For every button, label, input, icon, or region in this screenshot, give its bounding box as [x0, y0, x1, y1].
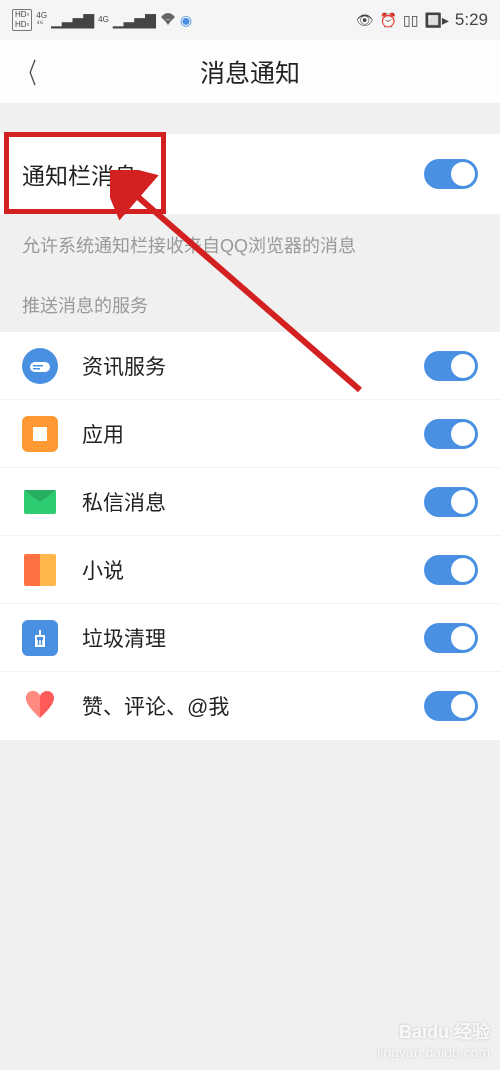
news-icon	[22, 348, 58, 384]
novel-icon	[22, 552, 58, 588]
description-text: 允许系统通知栏接收来自QQ浏览器的消息	[0, 214, 500, 276]
toggle-clean[interactable]	[424, 623, 478, 653]
item-label: 私信消息	[82, 487, 424, 517]
toggle-like[interactable]	[424, 691, 478, 721]
status-right: 👁 ⏰ ▯▯ 🔲▸ 5:29	[356, 10, 488, 30]
toggle-message[interactable]	[424, 487, 478, 517]
page-title: 消息通知	[200, 54, 300, 90]
status-bar: HD▫HD▫ 4G⁴⁶ ▁▃▅▇ 4G ▁▃▅▇ ◉ 👁 ⏰ ▯▯ 🔲▸ 5:2…	[0, 0, 500, 40]
eye-icon: 👁	[356, 12, 374, 29]
notification-bar-toggle[interactable]	[424, 159, 478, 189]
signal-bars2-icon: ▁▃▅▇	[113, 12, 156, 29]
list-item-clean[interactable]: 垃圾清理	[0, 604, 500, 672]
notification-bar-label: 通知栏消息	[22, 157, 137, 191]
watermark: Baidu 经验 jingyan.baidu.com	[377, 1018, 490, 1060]
item-label: 赞、评论、@我	[82, 691, 424, 721]
wifi-icon	[160, 12, 176, 28]
vibrate-icon: ▯▯	[403, 12, 418, 29]
signal-4g-icon: 4G⁴⁶	[36, 12, 47, 28]
watermark-sub: jingyan.baidu.com	[377, 1044, 490, 1060]
toggle-novel[interactable]	[424, 555, 478, 585]
back-button[interactable]: 〈	[20, 52, 37, 92]
clean-icon	[22, 620, 58, 656]
list-item-news[interactable]: 资讯服务	[0, 332, 500, 400]
list-item-novel[interactable]: 小说	[0, 536, 500, 604]
list-item-like[interactable]: 赞、评论、@我	[0, 672, 500, 740]
message-icon	[22, 484, 58, 520]
globe-icon: ◉	[180, 12, 192, 29]
services-list: 资讯服务 应用 私信消息 小说 垃圾清理 赞、评论、@我	[0, 332, 500, 740]
status-time: 5:29	[455, 10, 488, 30]
like-icon	[22, 688, 58, 724]
list-item-message[interactable]: 私信消息	[0, 468, 500, 536]
item-label: 应用	[82, 419, 424, 449]
alarm-icon: ⏰	[380, 12, 397, 29]
signal-bars-icon: ▁▃▅▇	[51, 12, 94, 29]
watermark-brand: Baidu 经验	[399, 1018, 490, 1044]
notification-bar-toggle-row[interactable]: 通知栏消息	[0, 134, 500, 214]
battery-icon: 🔲▸	[424, 12, 448, 29]
hd-badge-icon: HD▫HD▫	[12, 9, 32, 31]
status-left: HD▫HD▫ 4G⁴⁶ ▁▃▅▇ 4G ▁▃▅▇ ◉	[12, 9, 192, 31]
item-label: 小说	[82, 555, 424, 585]
toggle-app[interactable]	[424, 419, 478, 449]
page-header: 〈 消息通知	[0, 40, 500, 104]
list-item-app[interactable]: 应用	[0, 400, 500, 468]
item-label: 垃圾清理	[82, 623, 424, 653]
item-label: 资讯服务	[82, 351, 424, 381]
section-title: 推送消息的服务	[0, 276, 500, 332]
signal-4g2-icon: 4G	[98, 16, 109, 24]
app-icon	[22, 416, 58, 452]
toggle-news[interactable]	[424, 351, 478, 381]
